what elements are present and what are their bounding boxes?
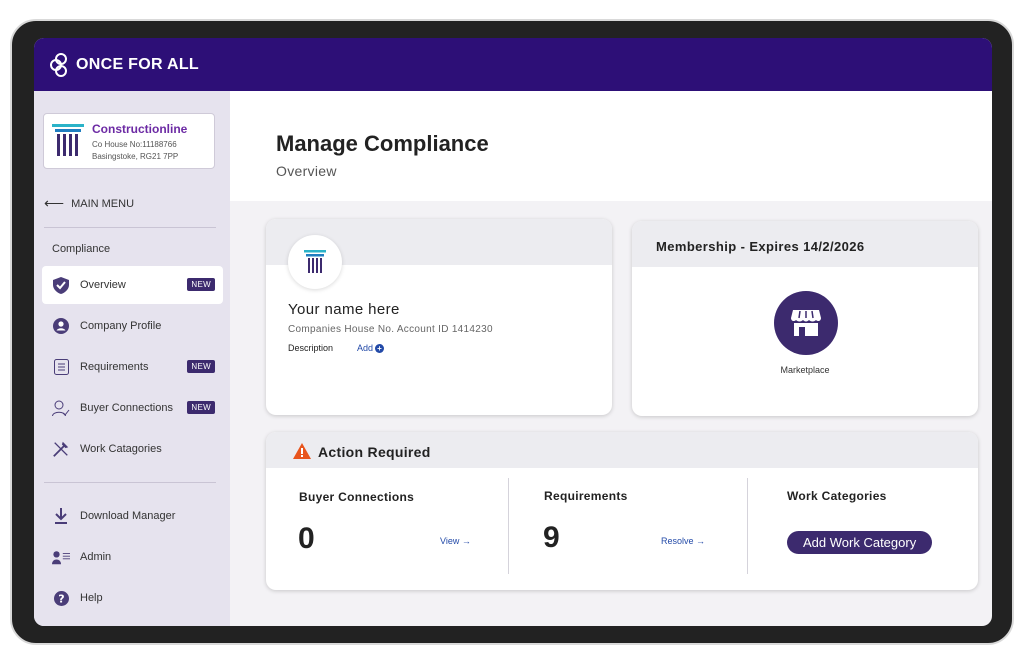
membership-card: Membership - Expires 14/2/2026 Marketpla…: [632, 221, 978, 416]
column-divider: [508, 478, 509, 574]
profile-name: Your name here: [288, 301, 400, 318]
constructionline-logo-icon: [304, 250, 326, 273]
sidebar-item-label: Help: [80, 592, 103, 604]
sidebar-item-admin[interactable]: Admin: [42, 538, 223, 576]
buyer-connections-title: Buyer Connections: [299, 490, 415, 504]
view-buyer-connections-link[interactable]: View →: [440, 536, 471, 546]
admin-icon: [52, 548, 70, 566]
tablet-frame: ONCE FOR ALL Constructionline Co House N…: [10, 19, 1014, 645]
description-label: Description: [288, 343, 334, 353]
user-circle-icon: [52, 317, 70, 335]
column-divider: [747, 478, 748, 574]
page-title: Manage Compliance: [276, 131, 489, 156]
help-icon: ?: [52, 589, 70, 607]
plus-circle-icon: +: [375, 343, 385, 353]
work-categories-title: Work Categories: [787, 489, 887, 503]
back-arrow-icon: ⟵: [44, 195, 65, 211]
main-content: Manage Compliance Overview Your name her…: [230, 91, 992, 626]
org-card[interactable]: Constructionline Co House No:11188766 Ba…: [43, 113, 215, 169]
new-badge: NEW: [187, 401, 215, 414]
app-screen: ONCE FOR ALL Constructionline Co House N…: [34, 38, 992, 626]
user-check-icon: [52, 399, 70, 417]
sidebar-item-label: Buyer Connections: [80, 402, 173, 414]
sidebar-item-label: Admin: [80, 551, 112, 563]
sidebar-section-label: Compliance: [52, 243, 111, 255]
sidebar-divider: [44, 227, 216, 228]
page-header: Manage Compliance Overview: [230, 91, 992, 201]
marketplace-label: Marketplace: [780, 365, 830, 375]
org-address: Basingstoke, RG21 7PP: [92, 152, 179, 161]
sidebar-divider: [44, 482, 216, 483]
brand-logo[interactable]: ONCE FOR ALL: [50, 52, 199, 78]
add-work-category-button[interactable]: Add Work Category: [787, 531, 933, 554]
storefront-icon: [791, 310, 821, 336]
sidebar-item-work-catagories[interactable]: Work Catagories: [42, 430, 223, 468]
resolve-requirements-link[interactable]: Resolve →: [661, 536, 705, 546]
sidebar-item-label: Overview: [80, 279, 126, 291]
sidebar-item-help[interactable]: ? Help: [42, 579, 223, 617]
main-menu-link[interactable]: ⟵ MAIN MENU: [44, 195, 134, 212]
requirements-count: 9: [543, 521, 560, 554]
buyer-connections-count: 0: [298, 522, 315, 555]
download-icon: [52, 507, 70, 525]
action-required-card: Action Required Buyer Connections 0 View…: [266, 432, 978, 590]
tools-icon: [52, 440, 70, 458]
add-label: Add: [357, 343, 374, 353]
companies-house-info: Companies House No. Account ID 1414230: [288, 324, 493, 335]
action-required-title: Action Required: [318, 444, 431, 460]
requirements-title: Requirements: [544, 489, 628, 503]
org-name: Constructionline: [92, 122, 188, 136]
svg-text:?: ?: [58, 592, 64, 605]
new-badge: NEW: [187, 360, 215, 373]
top-bar: ONCE FOR ALL: [34, 38, 992, 91]
marketplace-button[interactable]: [774, 291, 838, 355]
membership-title: Membership - Expires 14/2/2026: [656, 239, 865, 254]
sidebar-item-label: Download Manager: [80, 510, 176, 522]
sidebar-item-buyer-connections[interactable]: Buyer Connections NEW: [42, 389, 223, 427]
sidebar-item-label: Company Profile: [80, 320, 162, 332]
org-co-house: Co House No:11188766: [92, 140, 177, 149]
page-subtitle: Overview: [276, 163, 337, 179]
list-icon: [52, 358, 70, 376]
sidebar-item-company-profile[interactable]: Company Profile: [42, 307, 223, 345]
profile-avatar[interactable]: [288, 235, 342, 289]
profile-card: Your name here Companies House No. Accou…: [266, 219, 612, 415]
ofa-logo-icon: [50, 52, 67, 77]
add-description-link[interactable]: Add +: [357, 343, 385, 353]
shield-check-icon: [52, 276, 70, 294]
warning-icon: [293, 443, 311, 459]
constructionline-logo-icon: [52, 124, 84, 156]
sidebar-item-label: Requirements: [80, 361, 149, 373]
brand-name: ONCE FOR ALL: [76, 55, 199, 73]
sidebar-item-overview[interactable]: Overview NEW: [42, 266, 223, 304]
main-menu-label: MAIN MENU: [71, 197, 135, 210]
sidebar: Constructionline Co House No:11188766 Ba…: [34, 91, 230, 626]
sidebar-item-label: Work Catagories: [80, 443, 162, 455]
sidebar-item-requirements[interactable]: Requirements NEW: [42, 348, 223, 386]
sidebar-item-download-manager[interactable]: Download Manager: [42, 497, 223, 535]
new-badge: NEW: [187, 278, 215, 291]
